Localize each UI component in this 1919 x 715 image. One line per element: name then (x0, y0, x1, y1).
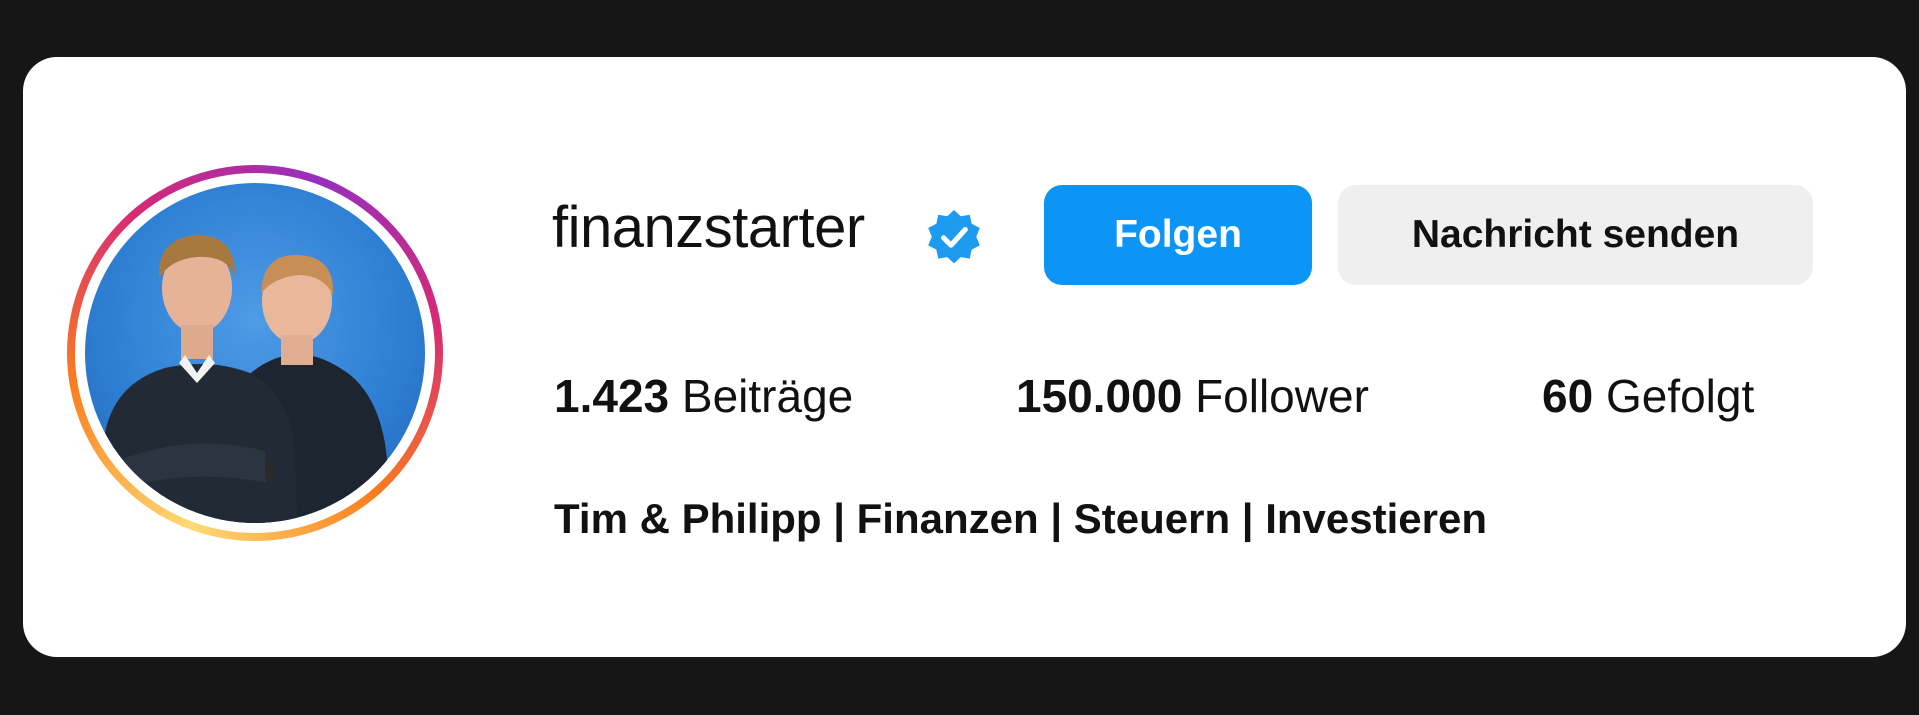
profile-photo (100, 235, 395, 523)
story-ring[interactable] (67, 165, 443, 541)
follow-button[interactable]: Folgen (1044, 185, 1312, 285)
verified-badge-icon (928, 210, 980, 264)
posts-label: Beiträge (681, 370, 854, 422)
stat-following[interactable]: 60 Gefolgt (1542, 373, 1754, 419)
stat-followers[interactable]: 150.000 Follower (1016, 373, 1369, 419)
stat-posts[interactable]: 1.423 Beiträge (554, 373, 853, 419)
avatar[interactable] (85, 183, 425, 523)
followers-count: 150.000 (1016, 370, 1183, 422)
posts-count: 1.423 (554, 370, 670, 422)
profile-card: finanzstarter Folgen Nachricht senden 1.… (23, 57, 1906, 657)
followers-label: Follower (1195, 370, 1369, 422)
following-label: Gefolgt (1605, 370, 1755, 422)
username: finanzstarter (552, 195, 865, 260)
following-count: 60 (1542, 370, 1594, 422)
avatar-ring-gap (75, 173, 435, 533)
send-message-button[interactable]: Nachricht senden (1338, 185, 1813, 285)
profile-bio: Tim & Philipp | Finanzen | Steuern | Inv… (554, 495, 1487, 542)
